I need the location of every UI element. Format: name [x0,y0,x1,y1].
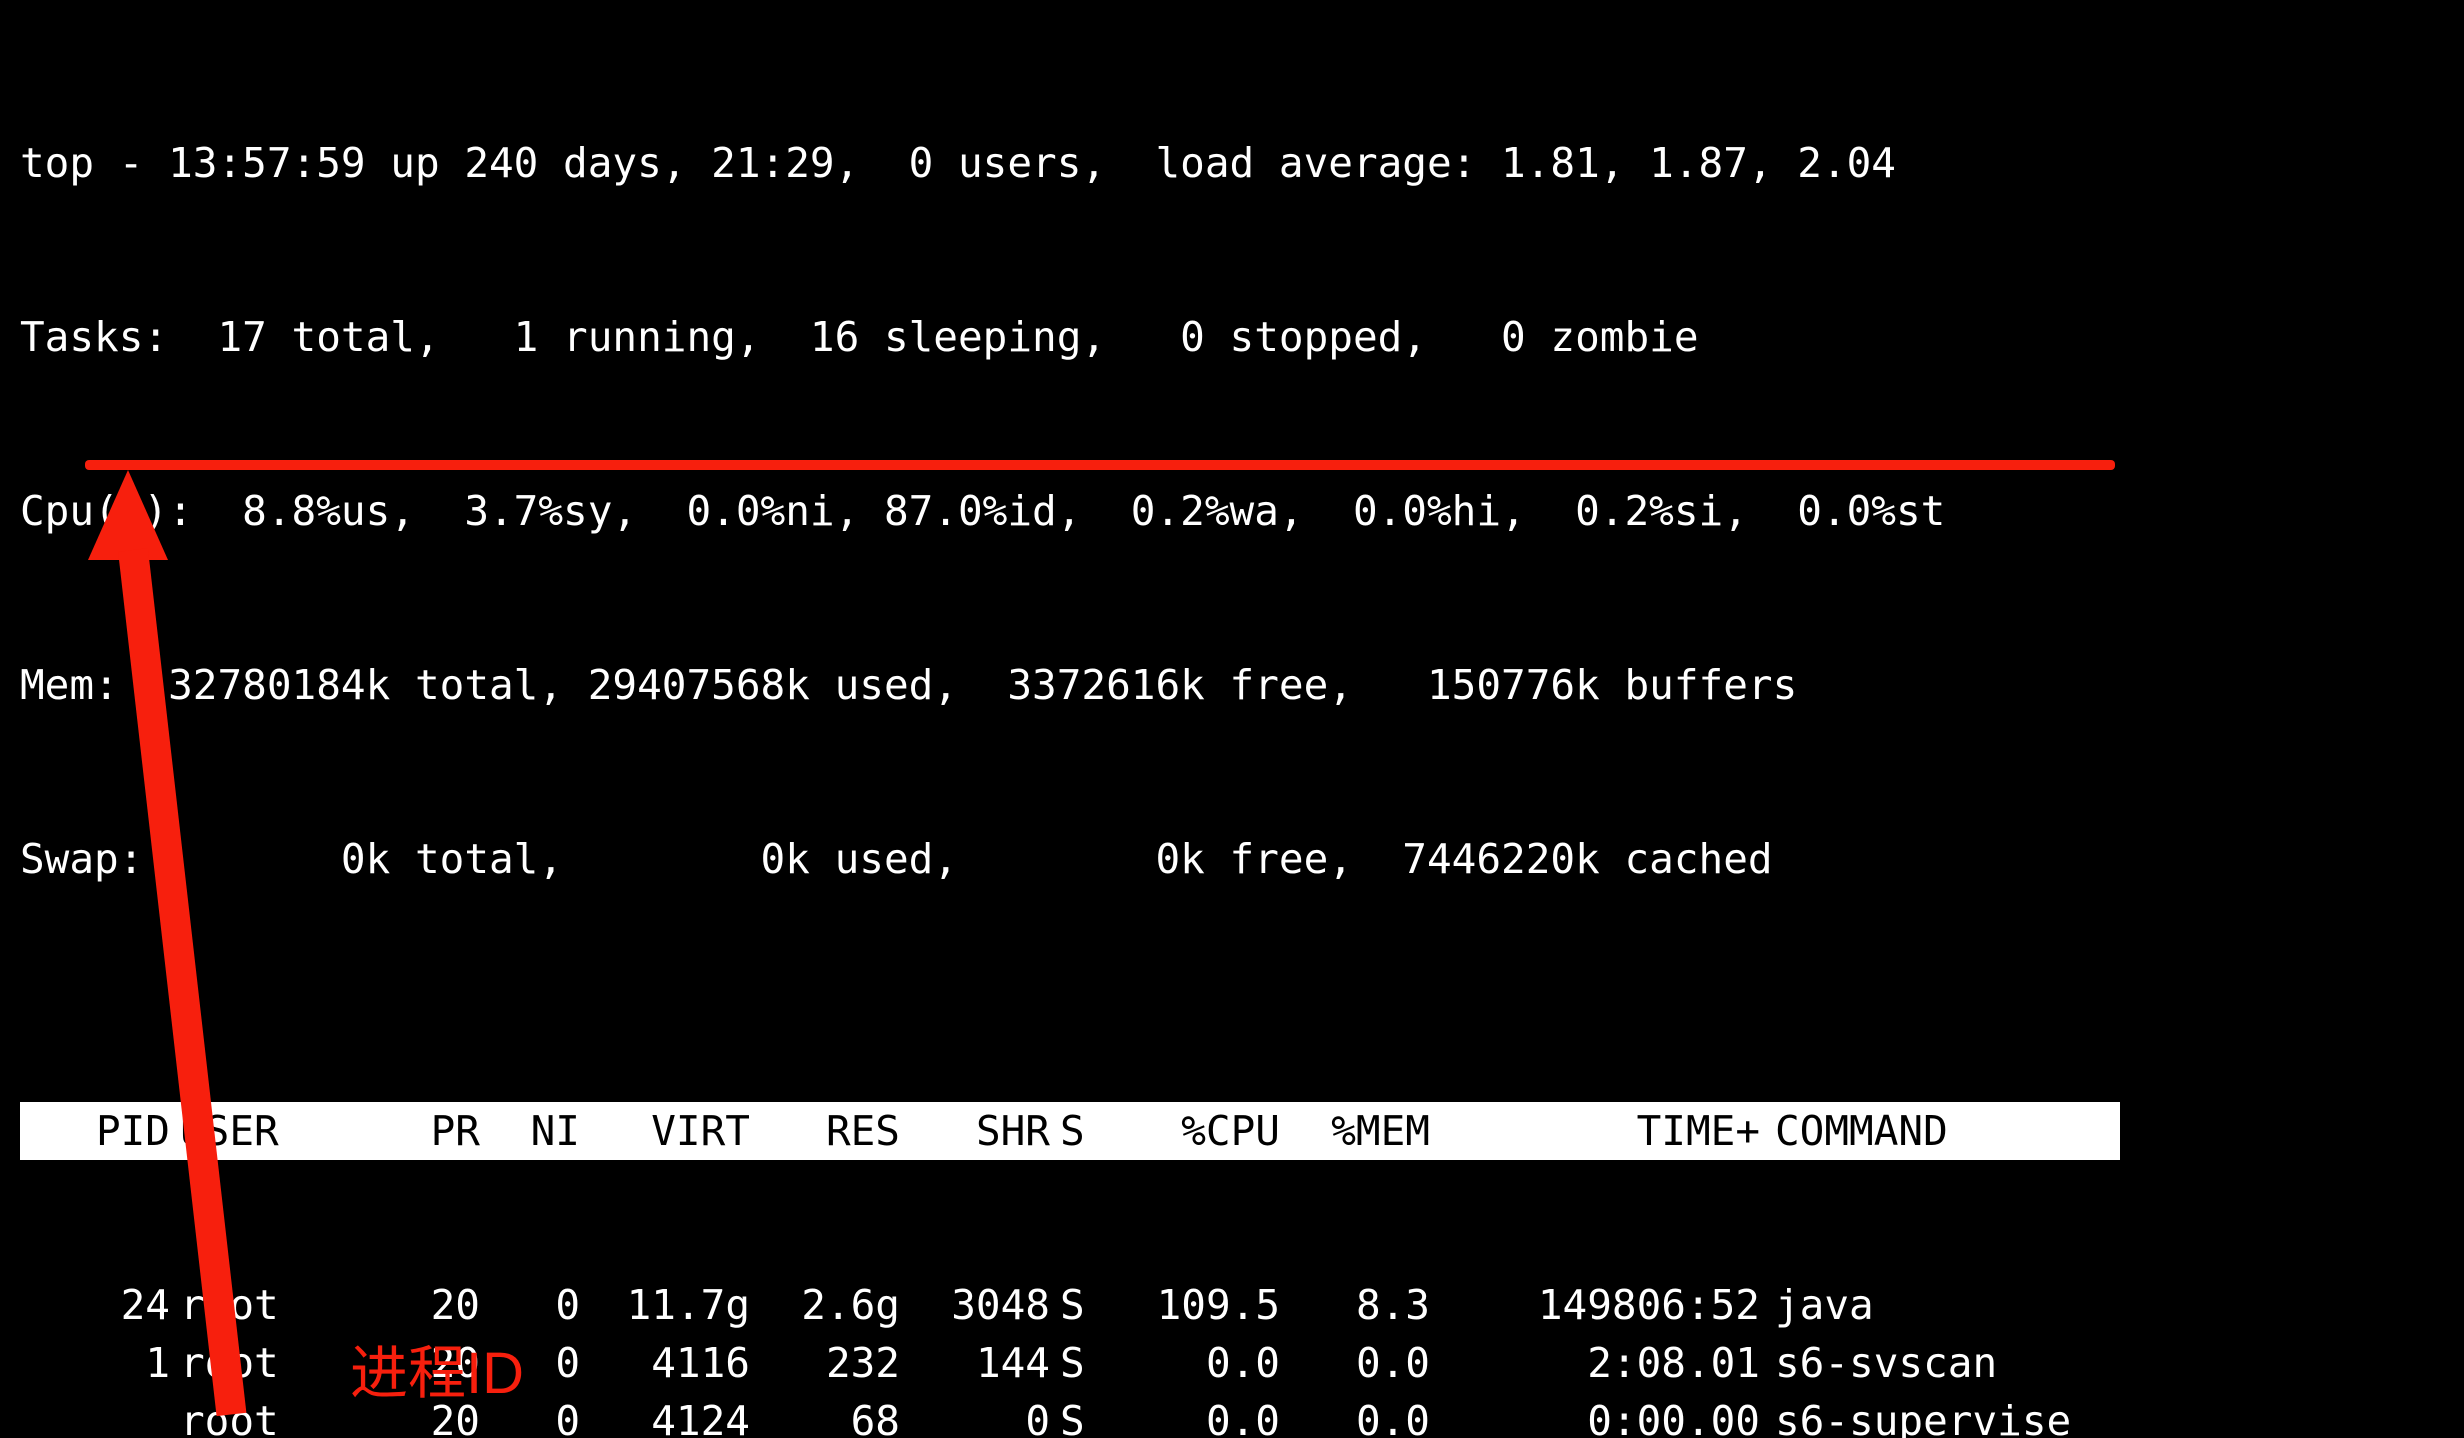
terminal-output[interactable]: top - 13:57:59 up 240 days, 21:29, 0 use… [0,0,2464,1438]
col-s: S [1050,1102,1120,1160]
cell-res: 2.6g [750,1276,900,1334]
cell-mem: 0.0 [1280,1392,1430,1438]
cell-cmd: s6-supervise [1760,1392,2115,1438]
col-res: RES [750,1102,900,1160]
col-cpu: %CPU [1120,1102,1280,1160]
cell-pid: 1 [20,1334,170,1392]
cell-res: 232 [750,1334,900,1392]
cell-virt: 4124 [580,1392,750,1438]
cell-virt: 4116 [580,1334,750,1392]
cell-res: 68 [750,1392,900,1438]
cell-mem: 0.0 [1280,1334,1430,1392]
cell-s: S [1050,1276,1120,1334]
col-ni: NI [480,1102,580,1160]
annotation-label: 进程ID [350,1345,524,1403]
col-shr: SHR [900,1102,1050,1160]
cell-virt: 11.7g [580,1276,750,1334]
col-pr: PR [390,1102,480,1160]
cell-cpu: 0.0 [1120,1334,1280,1392]
cell-shr: 3048 [900,1276,1050,1334]
cell-s: S [1050,1334,1120,1392]
cell-mem: 8.3 [1280,1276,1430,1334]
cell-pr: 20 [390,1276,480,1334]
process-row: 24root20011.7g2.6g3048S109.58.3149806:52… [20,1276,2444,1334]
cell-shr: 0 [900,1392,1050,1438]
cell-cmd: s6-svscan [1760,1334,2115,1392]
cell-cpu: 0.0 [1120,1392,1280,1438]
cell-shr: 144 [900,1334,1050,1392]
top-summary-line4: Mem: 32780184k total, 29407568k used, 33… [20,656,2444,714]
col-mem: %MEM [1280,1102,1430,1160]
process-table-header: PIDUSERPRNIVIRTRESSHRS%CPU%MEMTIME+COMMA… [20,1102,2120,1160]
cell-cpu: 109.5 [1120,1276,1280,1334]
col-virt: VIRT [580,1102,750,1160]
cell-ni: 0 [480,1276,580,1334]
cell-cmd: java [1760,1276,2115,1334]
col-pid: PID [20,1102,170,1160]
top-summary-line5: Swap: 0k total, 0k used, 0k free, 744622… [20,830,2444,888]
cell-time: 149806:52 [1430,1276,1760,1334]
highlight-underline-icon [85,460,2115,470]
arrow-head-icon [88,470,168,560]
col-time: TIME+ [1430,1102,1760,1160]
col-cmd: COMMAND [1760,1102,2115,1160]
cell-time: 2:08.01 [1430,1334,1760,1392]
top-summary-line3: Cpu(s): 8.8%us, 3.7%sy, 0.0%ni, 87.0%id,… [20,482,2444,540]
top-summary-line2: Tasks: 17 total, 1 running, 16 sleeping,… [20,308,2444,366]
cell-pid: 24 [20,1276,170,1334]
cell-time: 0:00.00 [1430,1392,1760,1438]
cell-s: S [1050,1392,1120,1438]
top-summary-line1: top - 13:57:59 up 240 days, 21:29, 0 use… [20,134,2444,192]
